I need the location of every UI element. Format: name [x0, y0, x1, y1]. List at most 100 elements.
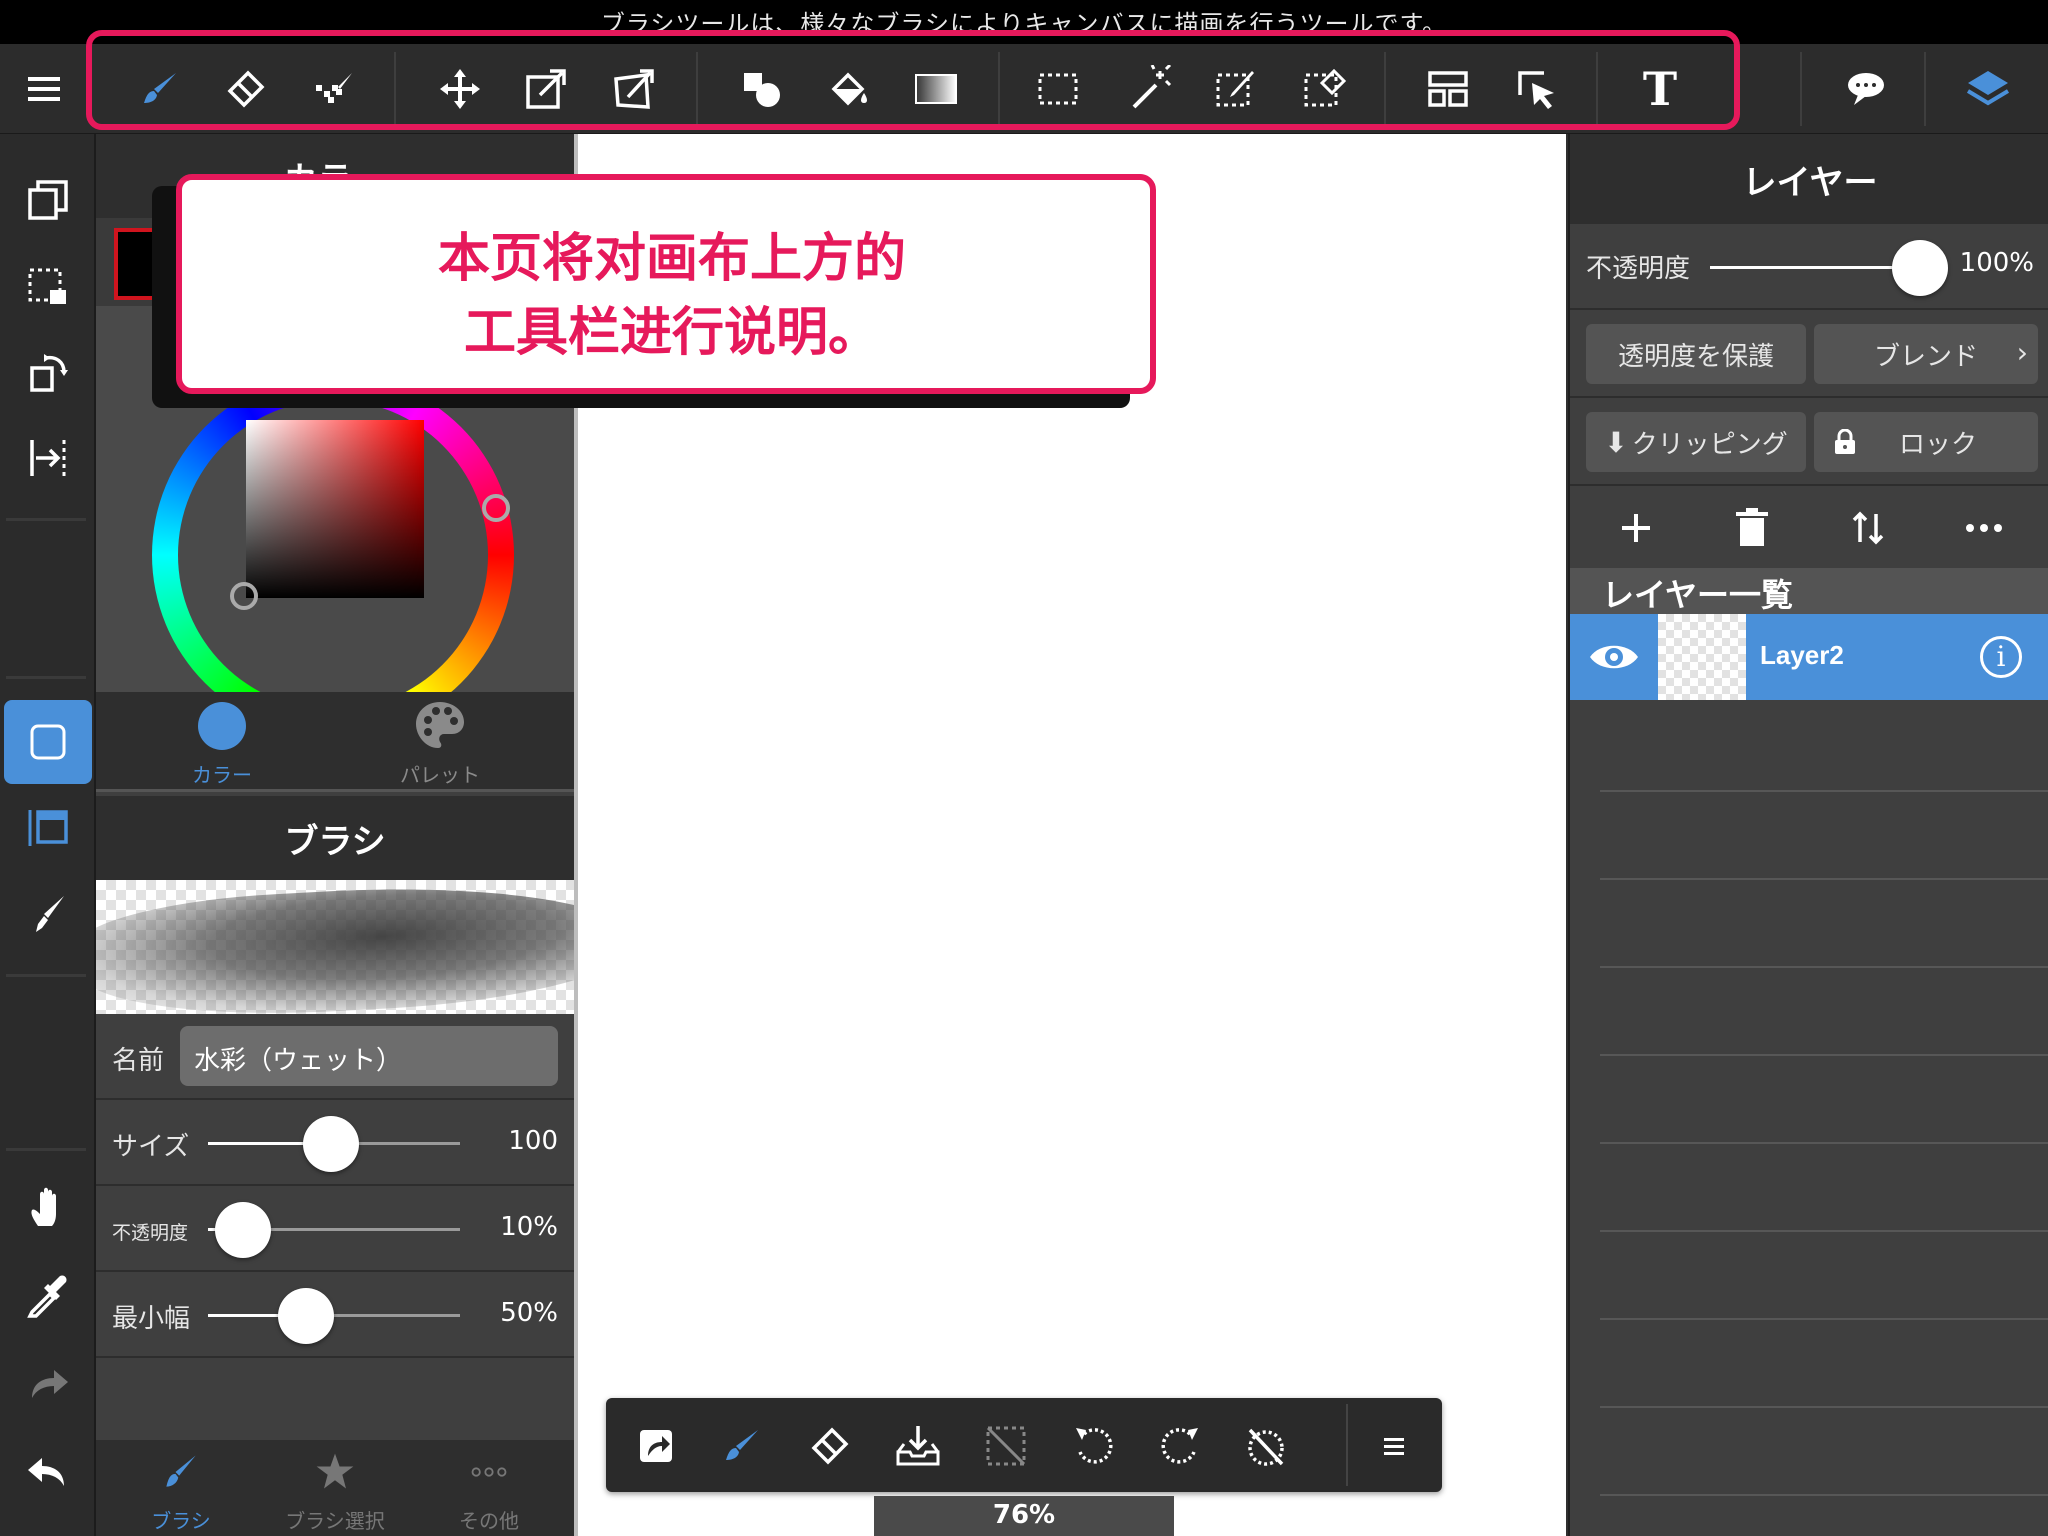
brush-name-field[interactable]: 水彩（ウェット）: [180, 1026, 558, 1086]
material-panel-button[interactable]: [4, 786, 92, 870]
hamburger-icon: [1384, 1438, 1404, 1455]
brush-tab-bar: ブラシ ブラシ選択 その他: [96, 1440, 574, 1536]
layer-panel-button[interactable]: [1956, 58, 2020, 120]
swap-vertical-icon: [1852, 511, 1884, 545]
brush-opacity-slider[interactable]: [208, 1202, 460, 1258]
clipping-button[interactable]: ⬇ クリッピング: [1586, 412, 1806, 472]
delete-layer-button[interactable]: [1722, 498, 1782, 558]
quick-reset-rotation-button[interactable]: [1236, 1416, 1296, 1476]
layer-panel-header: レイヤー: [1570, 134, 2048, 224]
left-tool-strip: [0, 134, 96, 1536]
palette-icon: [416, 702, 464, 748]
layer-opacity-slider[interactable]: [1710, 240, 1948, 296]
brush-icon: [36, 896, 64, 932]
slider-knob[interactable]: [303, 1116, 360, 1172]
layer-slot-divider: [1600, 1054, 2048, 1056]
add-layer-button[interactable]: [1606, 498, 1666, 558]
comic-balloon-button[interactable]: [1834, 58, 1898, 120]
saturation-value-square[interactable]: [246, 420, 424, 598]
clipping-arrow-icon: ⬇: [1604, 425, 1628, 459]
share-arrow-icon: [640, 1430, 672, 1462]
slider-knob[interactable]: [278, 1288, 335, 1344]
layer-slot-divider: [1600, 1494, 2048, 1496]
copy-icon: [28, 180, 68, 220]
flip-icon: [30, 440, 66, 476]
app-screen: ブラシツールは、様々なブラシによりキャンバスに描画を行うツールです。 T カラー…: [0, 0, 2048, 1536]
slider-knob[interactable]: [1892, 240, 1948, 296]
quick-redo-button[interactable]: [1150, 1416, 1210, 1476]
layer-options-row-2: ⬇ クリッピング ロック: [1570, 398, 2048, 486]
redo-button[interactable]: [4, 1342, 92, 1426]
brush-name-row: 名前 水彩（ウェット）: [96, 1014, 574, 1100]
tab-brush-label: ブラシ: [151, 1509, 211, 1533]
brush-panel-button[interactable]: [4, 872, 92, 956]
eye-icon: [1590, 645, 1638, 669]
color-circle-icon: [198, 702, 246, 750]
tab-palette-label: パレット: [400, 763, 480, 787]
toolbar-divider: [1800, 52, 1802, 126]
eyedropper-button[interactable]: [4, 1254, 92, 1338]
zoom-level: 76%: [874, 1496, 1174, 1536]
quick-brush-button[interactable]: [712, 1416, 772, 1476]
layer-more-button[interactable]: [1954, 498, 2014, 558]
undo-button[interactable]: [4, 1430, 92, 1514]
brush-name-label: 名前: [112, 1046, 165, 1076]
layer-list-header: レイヤー一覧: [1570, 568, 2048, 614]
blend-mode-button[interactable]: ブレンド ›: [1814, 324, 2038, 384]
bar-divider: [1346, 1404, 1348, 1486]
hamburger-icon: [28, 77, 60, 101]
menu-button[interactable]: [12, 58, 76, 120]
brush-size-slider[interactable]: [208, 1116, 460, 1172]
color-tab-bar: カラー パレット: [96, 692, 574, 792]
quick-menu-button[interactable]: [1364, 1416, 1424, 1476]
eraser-icon: [811, 1427, 849, 1465]
hue-knob[interactable]: [482, 494, 510, 522]
quick-export-button[interactable]: [626, 1416, 686, 1476]
reorder-layer-button[interactable]: [1838, 498, 1898, 558]
rotate-canvas-button[interactable]: [4, 330, 92, 414]
rotate-right-icon: [1161, 1428, 1198, 1464]
protect-alpha-button[interactable]: 透明度を保護: [1586, 324, 1806, 384]
star-icon: [316, 1453, 354, 1489]
panel-toggle-icon: [28, 810, 68, 846]
layer-slot-divider: [1600, 1142, 2048, 1144]
copy-layer-button[interactable]: [4, 158, 92, 242]
tab-brush-select[interactable]: ブラシ選択: [260, 1450, 410, 1536]
quick-deselect-button[interactable]: [976, 1416, 1036, 1476]
layers-icon: [1966, 71, 2010, 106]
slider-knob[interactable]: [215, 1202, 272, 1258]
tab-brush[interactable]: ブラシ: [106, 1450, 256, 1536]
quick-access-bar: [606, 1398, 1442, 1492]
lock-icon: [1835, 429, 1855, 454]
sv-knob[interactable]: [230, 582, 258, 610]
tab-color[interactable]: カラー: [122, 698, 322, 790]
layer-panel: レイヤー 不透明度 100% 透明度を保護 ブレンド › ⬇ クリッピング ロッ…: [1568, 134, 2048, 1536]
brush-size-value: 100: [508, 1126, 558, 1156]
brush-panel-header: ブラシ: [96, 796, 574, 880]
quick-save-button[interactable]: [888, 1416, 948, 1476]
layer-visibility-toggle[interactable]: [1586, 636, 1642, 678]
paste-selection-button[interactable]: [4, 244, 92, 328]
layer-item[interactable]: Layer2 i: [1570, 614, 2048, 700]
strip-divider: [6, 974, 86, 977]
quick-eraser-button[interactable]: [800, 1416, 860, 1476]
color-panel-button[interactable]: [4, 700, 92, 784]
toolbar-highlight-frame: [86, 30, 1740, 130]
hand-tool-button[interactable]: [4, 1166, 92, 1250]
tab-other[interactable]: その他: [414, 1450, 564, 1536]
brush-icon: [166, 1455, 196, 1487]
lock-button[interactable]: ロック: [1814, 412, 2038, 472]
layer-info-icon[interactable]: i: [1980, 636, 2022, 678]
plus-icon: [1622, 514, 1650, 542]
callout-line-1: 本页将对画布上方的: [437, 229, 906, 289]
brush-min-width-slider[interactable]: [208, 1288, 460, 1344]
flip-canvas-button[interactable]: [4, 416, 92, 500]
brush-min-width-value: 50%: [500, 1298, 558, 1328]
lock-label: ロック: [1898, 429, 1977, 460]
quick-undo-button[interactable]: [1064, 1416, 1124, 1476]
tab-palette[interactable]: パレット: [340, 698, 540, 790]
strip-divider: [6, 518, 86, 521]
clipping-label: クリッピング: [1631, 429, 1788, 460]
download-tray-icon: [896, 1426, 940, 1466]
brush-size-row: サイズ 100: [96, 1100, 574, 1186]
